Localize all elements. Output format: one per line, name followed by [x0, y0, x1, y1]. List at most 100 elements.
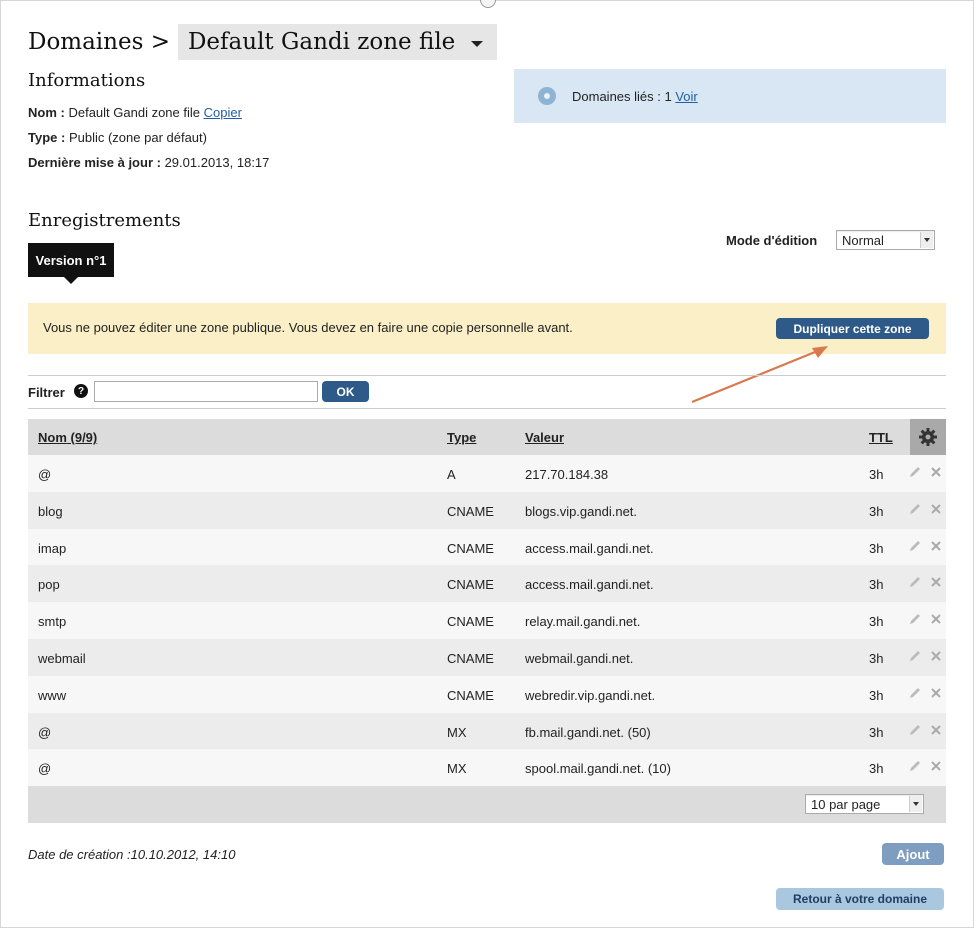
info-updated-value: 29.01.2013, 18:17 [164, 155, 270, 170]
zone-selector[interactable]: Default Gandi zone file [177, 24, 498, 60]
record-type: CNAME [447, 503, 494, 519]
edit-pencil-icon[interactable] [908, 465, 922, 479]
record-name: @ [38, 761, 52, 777]
filter-ok-button[interactable]: OK [322, 381, 369, 402]
delete-x-icon[interactable] [929, 612, 943, 626]
delete-x-icon[interactable] [929, 649, 943, 663]
delete-x-icon[interactable] [929, 759, 943, 773]
info-type-label: Type : [28, 130, 66, 145]
record-type: MX [447, 761, 467, 777]
linked-domains-count: Domaines liés : 1 [572, 88, 672, 104]
info-updated-label: Dernière mise à jour : [28, 155, 161, 170]
record-name: webmail [38, 650, 86, 666]
table-settings-button[interactable] [910, 419, 946, 455]
dropdown-arrow-icon [909, 796, 922, 813]
record-ttl: 3h [869, 650, 884, 666]
dropdown-arrow-icon [920, 232, 933, 248]
bullet-icon [538, 87, 556, 105]
page-size-select[interactable]: 10 par page [805, 794, 924, 815]
delete-x-icon[interactable] [929, 539, 943, 553]
record-name: www [38, 687, 67, 703]
record-type: CNAME [447, 687, 494, 703]
record-type: A [447, 467, 456, 482]
info-type: Type : Public (zone par défaut) [28, 130, 207, 145]
record-name: pop [38, 577, 60, 593]
warning-text: Vous ne pouvez éditer une zone publique.… [43, 320, 573, 335]
edit-pencil-icon[interactable] [908, 686, 922, 700]
delete-x-icon[interactable] [929, 502, 943, 516]
linked-domains-text: Domaines liés : 1 Voir [572, 89, 698, 104]
record-name: imap [38, 540, 67, 556]
record-type: CNAME [447, 577, 494, 593]
column-value-header[interactable]: Valeur [525, 430, 564, 445]
back-to-domain-button[interactable]: Retour à votre domaine [776, 888, 944, 910]
table-row: @ A 217.70.184.38 3h [28, 455, 946, 492]
record-ttl: 3h [869, 724, 884, 740]
edit-mode-label: Mode d'édition [726, 233, 818, 248]
record-ttl: 3h [869, 503, 884, 519]
edit-pencil-icon[interactable] [908, 723, 922, 737]
record-value: fb.mail.gandi.net. (50) [525, 724, 651, 740]
record-ttl: 3h [869, 761, 884, 777]
informations-title: Informations [28, 70, 146, 91]
filter-label: Filtrer [28, 385, 65, 400]
table-body: @ A 217.70.184.38 3h blog CNAME blogs.vi… [28, 455, 946, 787]
edit-pencil-icon[interactable] [908, 612, 922, 626]
record-value: access.mail.gandi.net. [525, 577, 654, 593]
table-row: pop CNAME access.mail.gandi.net. 3h [28, 565, 946, 603]
table-row: @ MX fb.mail.gandi.net. (50) 3h [28, 712, 946, 750]
table-header: Nom (9/9) Type Valeur TTL [28, 419, 946, 455]
chevron-down-icon [471, 41, 484, 47]
copy-link[interactable]: Copier [204, 105, 242, 120]
record-name: smtp [38, 614, 67, 630]
record-ttl: 3h [869, 540, 884, 556]
info-name-label: Nom : [28, 105, 65, 120]
edit-pencil-icon[interactable] [908, 539, 922, 553]
edit-pencil-icon[interactable] [908, 575, 922, 589]
edit-mode-select[interactable]: Normal [836, 230, 935, 250]
delete-x-icon[interactable] [929, 723, 943, 737]
column-type-header[interactable]: Type [447, 430, 476, 445]
divider [28, 408, 946, 409]
record-type: MX [447, 724, 467, 740]
record-name: blog [38, 503, 63, 519]
version-tab[interactable]: Version n°1 [28, 243, 114, 284]
view-linked-domains-link[interactable]: Voir [675, 89, 697, 104]
records-title: Enregistrements [28, 210, 181, 231]
edit-mode-value: Normal [842, 232, 884, 248]
records-table: Nom (9/9) Type Valeur TTL @ A 217.70.184… [28, 419, 946, 824]
record-value: webredir.vip.gandi.net. [525, 687, 656, 703]
delete-x-icon[interactable] [929, 575, 943, 589]
record-value: spool.mail.gandi.net. (10) [525, 761, 671, 777]
record-value: webmail.gandi.net. [525, 650, 634, 666]
close-icon[interactable] [480, 0, 496, 8]
table-row: imap CNAME access.mail.gandi.net. 3h [28, 528, 946, 566]
column-name-header[interactable]: Nom (9/9) [38, 430, 97, 445]
record-ttl: 3h [869, 467, 884, 482]
delete-x-icon[interactable] [929, 465, 943, 479]
breadcrumb-domains[interactable]: Domaines > [28, 29, 170, 55]
edit-pencil-icon[interactable] [908, 759, 922, 773]
edit-pencil-icon[interactable] [908, 649, 922, 663]
record-value: relay.mail.gandi.net. [525, 614, 641, 630]
column-ttl-header[interactable]: TTL [869, 430, 893, 445]
edit-pencil-icon[interactable] [908, 502, 922, 516]
record-ttl: 3h [869, 687, 884, 703]
records-count: (9/9) [70, 430, 98, 445]
add-record-button[interactable]: Ajout [882, 843, 944, 865]
filter-input[interactable] [94, 381, 318, 402]
record-type: CNAME [447, 614, 494, 630]
table-row: webmail CNAME webmail.gandi.net. 3h [28, 638, 946, 676]
divider [28, 375, 946, 376]
info-name: Nom : Default Gandi zone file Copier [28, 105, 242, 120]
info-type-value: Public (zone par défaut) [68, 130, 207, 145]
duplicate-zone-button[interactable]: Dupliquer cette zone [776, 318, 929, 339]
delete-x-icon[interactable] [929, 686, 943, 700]
table-row: @ MX spool.mail.gandi.net. (10) 3h [28, 749, 946, 787]
creation-date: Date de création :10.10.2012, 14:10 [28, 847, 236, 862]
table-row: smtp CNAME relay.mail.gandi.net. 3h [28, 602, 946, 639]
help-icon[interactable]: ? [74, 384, 88, 398]
record-name: @ [38, 467, 52, 482]
record-type: CNAME [447, 650, 494, 666]
table-row: blog CNAME blogs.vip.gandi.net. 3h [28, 491, 946, 529]
